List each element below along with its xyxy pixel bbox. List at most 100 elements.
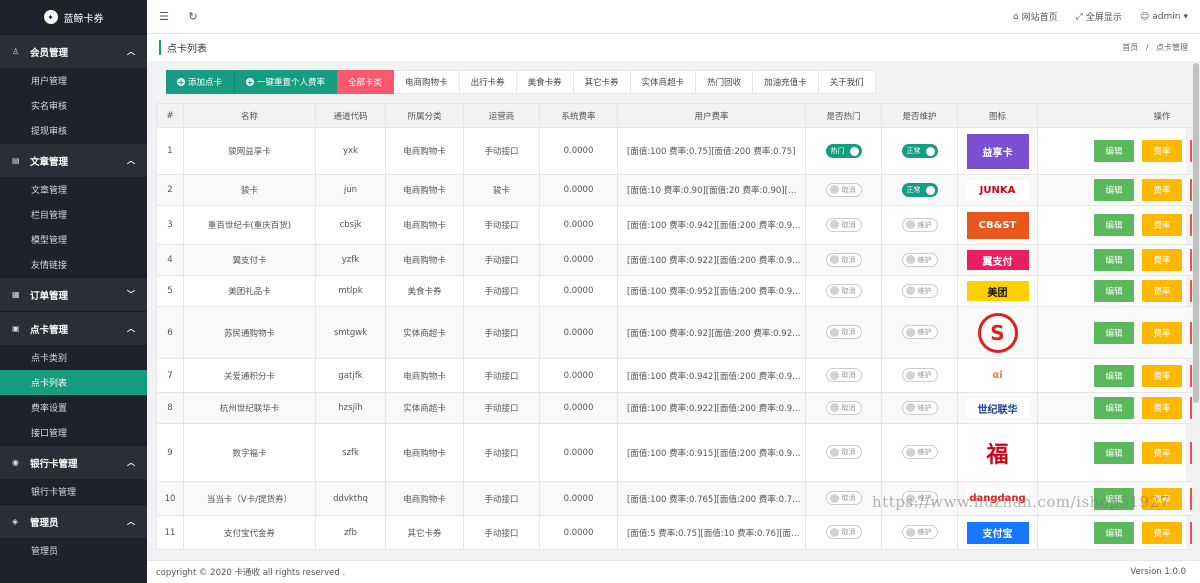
tab-category[interactable]: 其它卡券 bbox=[573, 70, 631, 94]
edit-button[interactable]: 编辑 bbox=[1094, 280, 1134, 302]
edit-button[interactable]: 编辑 bbox=[1094, 249, 1134, 271]
hot-label: 取消 bbox=[841, 448, 856, 457]
sidebar-item[interactable]: 提现审核 bbox=[0, 118, 147, 143]
tab-category[interactable]: 电商购物卡 bbox=[394, 70, 460, 94]
sidebar-group[interactable]: ◉ 银行卡管理 ︿ bbox=[0, 445, 147, 479]
tab-category[interactable]: 实体商超卡 bbox=[630, 70, 697, 94]
maintenance-toggle[interactable]: 维护 bbox=[901, 445, 938, 460]
caret-down-icon: ▾ bbox=[1183, 11, 1188, 22]
tab-category[interactable]: 关于我们 bbox=[818, 70, 876, 94]
app-logo[interactable]: ✦ 蓝鲸卡券 bbox=[0, 0, 147, 34]
sidebar-item[interactable]: 栏目管理 bbox=[0, 202, 147, 227]
hot-toggle[interactable]: 取消 bbox=[825, 491, 862, 506]
tab-category[interactable]: 全部卡类 bbox=[337, 70, 395, 94]
maintenance-toggle[interactable]: 维护 bbox=[901, 368, 938, 383]
sidebar-item[interactable]: 模型管理 bbox=[0, 227, 147, 252]
group-icon: ▤ bbox=[12, 156, 20, 165]
menu-toggle-icon[interactable]: ☰ bbox=[157, 10, 171, 24]
maint-cell: 正常 bbox=[881, 174, 958, 206]
tab-category[interactable]: 美食卡券 bbox=[516, 70, 574, 94]
hot-toggle[interactable]: 取消 bbox=[825, 283, 862, 298]
maintenance-toggle[interactable]: 维护 bbox=[901, 325, 938, 340]
maintenance-toggle[interactable]: 维护 bbox=[901, 400, 938, 415]
sidebar-item[interactable]: 接口管理 bbox=[0, 420, 147, 445]
rate-button[interactable]: 费率 bbox=[1142, 521, 1182, 544]
breadcrumb-bar: 点卡列表 首页 / 点卡管理 bbox=[147, 34, 1200, 61]
rate-button[interactable]: 费率 bbox=[1142, 214, 1182, 236]
column-header: 用户费率 bbox=[617, 103, 806, 128]
maintenance-toggle[interactable]: 正常 bbox=[901, 144, 938, 158]
refresh-icon[interactable]: ↻ bbox=[186, 10, 200, 24]
category-tabs: + 添加点卡 + 一键重置个人费率 全部卡类 电商购物卡 出行卡券 美食卡券 其它卡券 实体商超卡… bbox=[166, 70, 876, 94]
sidebar-item[interactable]: 点卡类别 bbox=[0, 345, 147, 370]
channel-code: hzsjlh bbox=[315, 392, 386, 424]
sidebar-item[interactable]: 用户管理 bbox=[0, 68, 147, 93]
sidebar-group[interactable]: ▦ 订单管理 ﹀ bbox=[0, 277, 147, 311]
add-card-button[interactable]: + 添加点卡 bbox=[166, 70, 235, 94]
sidebar-group-label: 会员管理 bbox=[30, 47, 69, 59]
sidebar-group[interactable]: ◈ 管理员 ︿ bbox=[0, 504, 147, 538]
edit-button[interactable]: 编辑 bbox=[1094, 179, 1134, 201]
category: 美食卡券 bbox=[385, 275, 464, 307]
maintenance-toggle[interactable]: 维护 bbox=[901, 217, 938, 232]
edit-button[interactable]: 编辑 bbox=[1094, 321, 1134, 344]
rate-button[interactable]: 费率 bbox=[1142, 280, 1182, 302]
rate-button[interactable]: 费率 bbox=[1142, 441, 1182, 464]
sidebar-item[interactable]: 实名审核 bbox=[0, 93, 147, 118]
hot-cell: 取消 bbox=[805, 205, 882, 245]
rate-button[interactable]: 费率 bbox=[1142, 321, 1182, 344]
category: 电商购物卡 bbox=[385, 244, 464, 276]
hot-toggle[interactable]: 取消 bbox=[825, 400, 862, 415]
reset-rate-button[interactable]: + 一键重置个人费率 bbox=[234, 70, 338, 94]
sidebar-item[interactable]: 银行卡管理 bbox=[0, 479, 147, 504]
hot-toggle[interactable]: 取消 bbox=[825, 445, 862, 460]
edit-button[interactable]: 编辑 bbox=[1094, 364, 1134, 387]
edit-button[interactable]: 编辑 bbox=[1094, 441, 1134, 464]
toggle-knob bbox=[905, 327, 915, 337]
operator: 手动接口 bbox=[463, 481, 540, 516]
user-rate: [面值:100 费率:0.942][面值:200 费率:0.942] bbox=[617, 358, 806, 393]
card-name: 数字福卡 bbox=[183, 423, 316, 482]
scrollbar-thumb[interactable] bbox=[1193, 63, 1199, 403]
maint-cell: 维护 bbox=[881, 205, 958, 245]
maintenance-toggle[interactable]: 维护 bbox=[901, 525, 938, 540]
rate-button[interactable]: 费率 bbox=[1142, 249, 1182, 271]
user-menu[interactable]: ☺ admin ▾ bbox=[1140, 12, 1188, 22]
version: Version 1.0.0 bbox=[1130, 567, 1186, 577]
hot-toggle[interactable]: 取消 bbox=[825, 525, 862, 540]
hot-toggle[interactable]: 取消 bbox=[825, 182, 862, 197]
tab-category[interactable]: 加油充值卡 bbox=[753, 70, 819, 94]
chevron-up-icon: ︿ bbox=[127, 517, 135, 526]
fullscreen-button[interactable]: ⤢ 全屏显示 bbox=[1076, 10, 1122, 24]
hot-toggle[interactable]: 取消 bbox=[825, 325, 862, 340]
maintenance-toggle[interactable]: 正常 bbox=[901, 183, 938, 197]
rate-button[interactable]: 费率 bbox=[1142, 397, 1182, 419]
crumb-home[interactable]: 首页 bbox=[1122, 43, 1138, 52]
sidebar-item[interactable]: 管理员 bbox=[0, 538, 147, 563]
sidebar-item[interactable]: 文章管理 bbox=[0, 177, 147, 202]
maintenance-toggle[interactable]: 维护 bbox=[901, 283, 938, 298]
operator: 手动接口 bbox=[463, 423, 540, 482]
maintenance-toggle[interactable]: 维护 bbox=[901, 252, 938, 267]
edit-button[interactable]: 编辑 bbox=[1094, 397, 1134, 419]
sidebar-item[interactable]: 费率设置 bbox=[0, 395, 147, 420]
sidebar-item[interactable]: 友情链接 bbox=[0, 252, 147, 277]
scrollbar[interactable] bbox=[1192, 61, 1200, 560]
sidebar-group[interactable]: ♙ 会员管理 ︿ bbox=[0, 34, 147, 68]
edit-button[interactable]: 编辑 bbox=[1094, 140, 1134, 162]
sidebar-group[interactable]: ▣ 点卡管理 ︿ bbox=[0, 311, 147, 345]
edit-button[interactable]: 编辑 bbox=[1094, 521, 1134, 544]
sidebar-item[interactable]: 点卡列表 bbox=[0, 370, 147, 395]
hot-toggle[interactable]: 热门 bbox=[825, 144, 862, 158]
site-home-link[interactable]: ⌂ 网站首页 bbox=[1013, 10, 1058, 24]
hot-toggle[interactable]: 取消 bbox=[825, 252, 862, 267]
hot-toggle[interactable]: 取消 bbox=[825, 217, 862, 232]
sidebar-group[interactable]: ▤ 文章管理 ︿ bbox=[0, 143, 147, 177]
edit-button[interactable]: 编辑 bbox=[1094, 214, 1134, 236]
rate-button[interactable]: 费率 bbox=[1142, 140, 1182, 162]
rate-button[interactable]: 费率 bbox=[1142, 364, 1182, 387]
tab-category[interactable]: 出行卡券 bbox=[459, 70, 517, 94]
tab-category[interactable]: 热门回收 bbox=[696, 70, 754, 94]
hot-toggle[interactable]: 取消 bbox=[825, 368, 862, 383]
rate-button[interactable]: 费率 bbox=[1142, 179, 1182, 201]
